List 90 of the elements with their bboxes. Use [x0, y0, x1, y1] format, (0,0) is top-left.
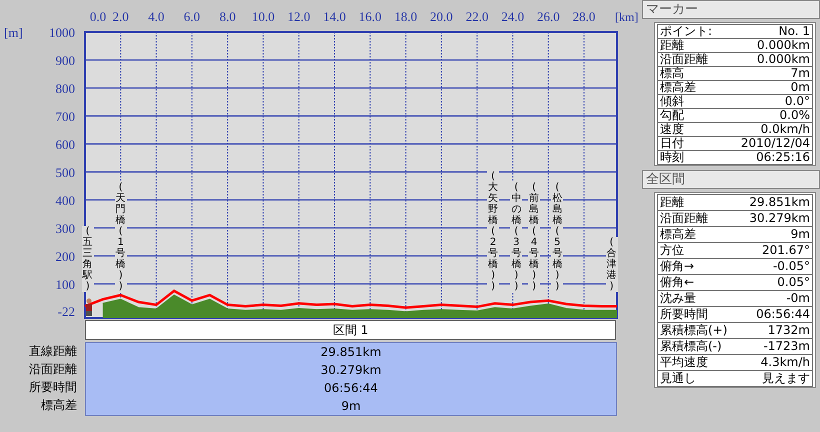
property-label: 沈み量 — [660, 291, 696, 306]
y-tick-label: 1000 — [49, 25, 75, 40]
property-value: 0.0% — [780, 109, 810, 122]
property-value: -1723m — [763, 339, 810, 354]
y-tick-label: 600 — [56, 136, 75, 152]
property-label: 俯角← — [660, 275, 694, 290]
marker-label: (松島橋(5号橋)) — [551, 182, 564, 292]
property-label: 標高差 — [660, 227, 696, 242]
property-value: 見えます — [762, 371, 810, 386]
x-tick-label: 2.0 — [112, 9, 129, 24]
property-label: 標高差 — [660, 81, 696, 94]
panel-header[interactable]: 全区間 — [642, 170, 820, 189]
marker-label: (前島橋(4号橋)) — [528, 182, 540, 292]
property-value: 0.05° — [777, 275, 810, 290]
x-tick-label: 26.0 — [537, 9, 560, 24]
property-label: ポイント: — [660, 25, 712, 38]
y-tick-label: -22 — [58, 304, 75, 319]
y-tick-label: 300 — [56, 220, 75, 236]
marker-label: (五三角駅) — [82, 226, 94, 292]
x-tick-label: 0.0 — [90, 9, 106, 24]
y-tick-label: 900 — [56, 52, 75, 68]
y-tick-label: 100 — [56, 276, 75, 292]
property-value: 4.3km/h — [760, 355, 810, 370]
y-tick-label: 500 — [56, 164, 75, 180]
property-label: 距離 — [660, 39, 684, 52]
x-tick-label: 22.0 — [466, 9, 488, 24]
y-tick-label: 800 — [56, 80, 75, 96]
marker-label: (大矢野橋(2号橋)) — [487, 171, 500, 292]
row-value: 29.851km — [320, 345, 382, 359]
property-label: 勾配 — [660, 109, 684, 122]
property-value: No. 1 — [778, 25, 810, 38]
y-axis-label: [m] — [4, 25, 23, 40]
property-value: 0.000km — [757, 53, 810, 66]
x-tick-label: 24.0 — [501, 9, 524, 24]
section-header[interactable]: 区間 1 — [85, 320, 616, 340]
property-label: 所要時間 — [660, 307, 708, 322]
property-label: 時刻 — [660, 151, 684, 164]
property-value: 0m — [790, 81, 810, 94]
row-value: 30.279km — [320, 363, 382, 377]
property-value: 06:25:16 — [756, 151, 810, 164]
row-value: 9m — [341, 399, 361, 413]
y-tick-label: 700 — [56, 108, 75, 124]
row-label: 所要時間 — [28, 379, 78, 396]
x-tick-label: 8.0 — [219, 9, 236, 24]
marker-label: (天門橋(1号橋)) — [114, 182, 127, 292]
x-tick-label: 10.0 — [252, 9, 275, 24]
y-tick-label: 200 — [56, 248, 75, 264]
property-label: 累積標高(+) — [660, 323, 728, 338]
x-tick-label: 6.0 — [184, 9, 200, 24]
property-value: 30.279km — [749, 211, 810, 226]
row-label: 直線距離 — [28, 343, 78, 360]
x-tick-label: 18.0 — [394, 9, 418, 24]
property-value: 2010/12/04 — [740, 137, 810, 150]
property-label: 平均速度 — [660, 355, 708, 370]
property-label: 距離 — [660, 195, 684, 210]
property-label: 傾斜 — [660, 95, 684, 108]
property-label: 標高 — [660, 67, 684, 80]
x-tick-label: 4.0 — [148, 9, 164, 24]
property-value: 9m — [790, 227, 810, 242]
property-value: 0.0km/h — [760, 123, 810, 136]
x-tick-label: 14.0 — [323, 9, 346, 24]
marker-label: (合津港) — [606, 237, 618, 292]
property-value: 29.851km — [749, 195, 810, 210]
x-axis-label: [km] — [615, 10, 638, 24]
property-label: 見通し — [660, 371, 696, 386]
property-value: 0.000km — [757, 39, 810, 52]
y-tick-label: 400 — [56, 192, 75, 208]
property-value: -0m — [786, 291, 810, 306]
x-tick-label: 12.0 — [287, 9, 310, 24]
property-value: 7m — [790, 67, 810, 80]
row-label: 沿面距離 — [28, 361, 78, 378]
x-tick-label: 28.0 — [572, 9, 596, 24]
property-value: 06:56:44 — [756, 307, 810, 322]
property-label: 沿面距離 — [660, 53, 708, 66]
property-label: 日付 — [660, 137, 684, 150]
panel-header[interactable]: マーカー — [642, 0, 820, 19]
property-value: 0.0° — [784, 95, 810, 108]
property-label: 俯角→ — [660, 259, 694, 274]
property-value: -0.05° — [772, 259, 810, 274]
row-value: 06:56:44 — [324, 381, 378, 395]
property-value: 201.67° — [762, 243, 810, 258]
marker-label: (中の橋(3号橋)) — [510, 182, 522, 292]
property-label: 沿面距離 — [660, 211, 708, 226]
x-tick-label: 16.0 — [358, 9, 382, 24]
property-label: 方位 — [660, 243, 684, 258]
property-label: 累積標高(-) — [660, 339, 722, 354]
x-tick-label: 20.0 — [430, 9, 453, 24]
row-label: 標高差 — [40, 397, 78, 414]
property-value: 1732m — [768, 323, 810, 338]
property-label: 速度 — [660, 123, 684, 136]
